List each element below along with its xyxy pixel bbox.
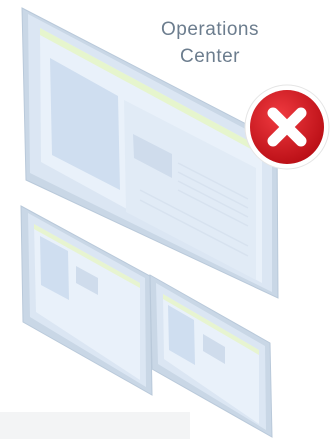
bottom-panel bbox=[0, 412, 190, 439]
operations-center-illustration: Operations Center bbox=[0, 0, 333, 439]
diagram-title-line-1: Operations bbox=[161, 19, 259, 40]
error-x-icon bbox=[244, 84, 330, 170]
small-monitor-left bbox=[20, 205, 153, 396]
diagram-title-line-2: Center bbox=[179, 46, 241, 67]
